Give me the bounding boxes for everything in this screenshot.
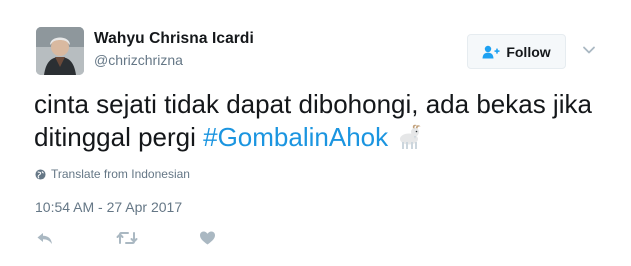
translate-label: Translate from Indonesian xyxy=(51,167,190,181)
chevron-down-icon xyxy=(583,46,595,54)
heart-icon xyxy=(200,231,215,245)
reply-button[interactable] xyxy=(36,230,54,246)
globe-icon xyxy=(35,168,46,180)
screen-name[interactable]: @chrizchrizna xyxy=(94,52,183,68)
like-button[interactable] xyxy=(199,230,216,246)
tweet-timestamp[interactable]: 10:54 AM - 27 Apr 2017 xyxy=(35,199,182,215)
goat-emoji-icon xyxy=(400,124,421,149)
follow-button[interactable]: Follow xyxy=(467,34,566,69)
tweet-text: cinta sejati tidak dapat dibohongi, ada … xyxy=(34,88,594,154)
avatar[interactable] xyxy=(36,27,84,75)
display-name[interactable]: Wahyu Chrisna Icardi xyxy=(94,30,254,48)
follow-label: Follow xyxy=(506,43,551,60)
retweet-icon xyxy=(116,232,138,244)
retweet-button[interactable] xyxy=(116,230,138,246)
translate-link[interactable]: Translate from Indonesian xyxy=(35,167,190,181)
hashtag-link[interactable]: #GombalinAhok xyxy=(203,122,388,152)
tweet-menu-button[interactable] xyxy=(581,42,597,58)
reply-icon xyxy=(37,233,52,244)
add-user-icon xyxy=(482,45,500,58)
